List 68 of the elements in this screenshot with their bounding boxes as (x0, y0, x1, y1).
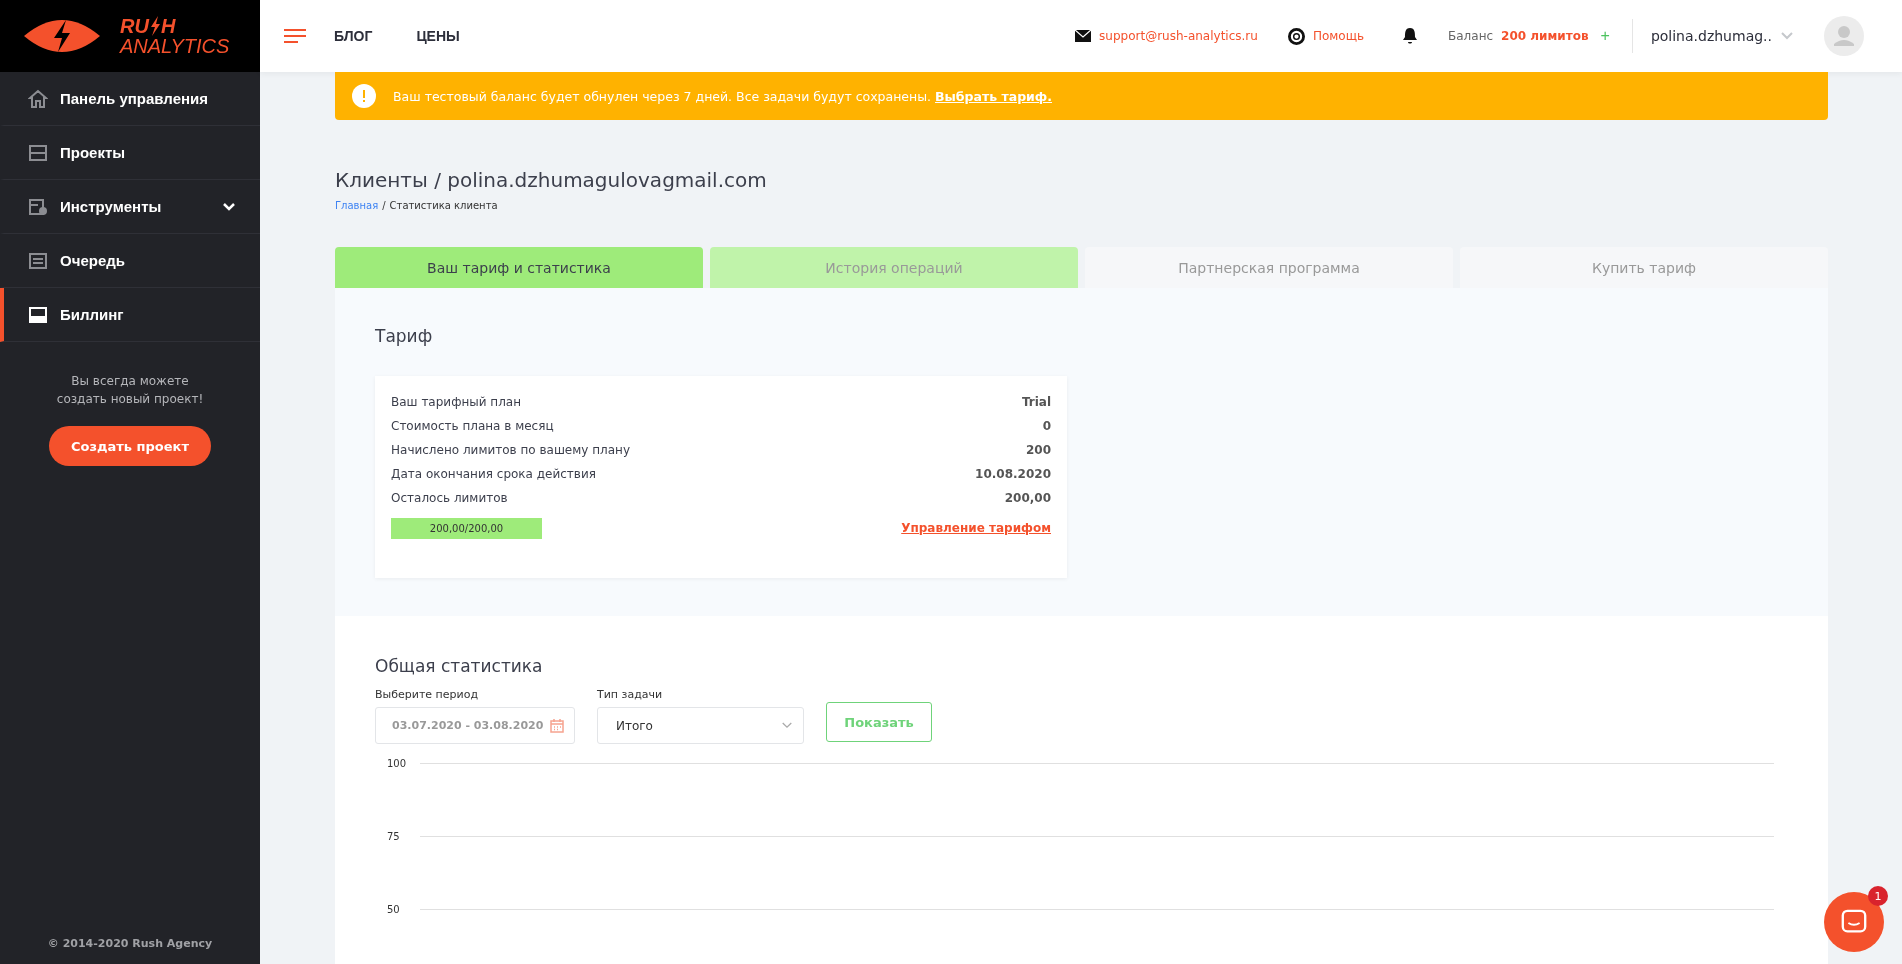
balance-value: 200 лимитов (1501, 29, 1589, 43)
breadcrumb-separator: / (382, 200, 386, 211)
row-value: 10.08.2020 (975, 467, 1051, 481)
lifebuoy-icon (1287, 27, 1305, 45)
row-value: Trial (1021, 395, 1051, 409)
sidebar-item[interactable]: Очередь (0, 234, 260, 288)
chat-icon (1840, 908, 1868, 936)
tab[interactable]: История операций (710, 247, 1078, 288)
balance-label: Баланс (1448, 29, 1494, 43)
chevron-icon[interactable] (222, 201, 236, 212)
show-button[interactable]: Показать (826, 702, 932, 742)
row-value: 200 (1025, 443, 1051, 457)
row-label: Начислено лимитов по вашему плану (391, 443, 631, 457)
nav-link[interactable]: БЛОГ (334, 28, 373, 44)
row-label: Стоимость плана в месяц (391, 419, 554, 433)
user-name[interactable]: polina.dzhumag.. (1650, 28, 1772, 44)
manage-plan-link[interactable]: Управление тарифом (901, 521, 1051, 535)
row-label: Дата окончания срока действия (391, 467, 596, 481)
sidebar-item[interactable]: Проекты (0, 126, 260, 180)
list-icon (28, 250, 48, 271)
field-label: Выберите период (375, 688, 479, 701)
house-icon (28, 88, 48, 109)
breadcrumb-link[interactable]: Главная (335, 200, 379, 211)
mail-icon (1075, 30, 1092, 42)
logo-text: RU (120, 16, 149, 36)
date-range-field[interactable]: 03.07.2020 - 03.08.2020 (375, 707, 575, 744)
tab[interactable]: Ваш тариф и статистика (335, 247, 703, 288)
row-value: 0 (1042, 419, 1051, 433)
sidebar-item[interactable]: Инструменты (0, 180, 260, 234)
promo-text: Вы всегда можете создать новый проект! (55, 373, 205, 408)
menu-icon[interactable] (284, 29, 306, 43)
gear-panel-icon (28, 196, 48, 217)
calendar-icon (550, 718, 564, 733)
logo-subtitle: ANALYTICS (120, 36, 230, 56)
copyright-text: © 2014-2020 Rush Agency (47, 937, 213, 950)
create-project-button[interactable]: Создать проект (49, 426, 211, 466)
y-axis-label: 100 (387, 758, 408, 769)
section-title: Тариф (375, 326, 434, 346)
add-balance-button[interactable]: + (1596, 27, 1614, 45)
exclamation-icon (352, 84, 376, 108)
support-email-link[interactable]: support@rush-analytics.ru (1099, 29, 1258, 43)
tab[interactable]: Купить тариф (1460, 247, 1828, 288)
chat-button[interactable] (1824, 892, 1884, 952)
bell-icon[interactable] (1402, 27, 1419, 45)
lightning-icon (148, 16, 161, 36)
card-icon (28, 304, 48, 325)
row-label: Осталось лимитов (391, 491, 508, 505)
banner-text: Ваш тестовый баланс будет обнулен через 7 дней. Все задачи будут сохранены. Выбрать тариф. (393, 88, 1052, 104)
row-label: Ваш тарифный план (391, 395, 522, 409)
row-value: 200,00 (1004, 491, 1051, 505)
sidebar-item[interactable]: Биллинг (0, 288, 260, 342)
choose-plan-link[interactable]: Выбрать тариф. (935, 88, 1052, 104)
page-title: Клиенты / polina.dzhumagulovagmail.com (335, 168, 768, 192)
field-label: Тип задачи (597, 688, 664, 701)
notification-badge: 1 (1868, 886, 1888, 906)
tab[interactable]: Партнерская программа (1085, 247, 1453, 288)
section-title: Общая статистика (375, 656, 544, 676)
chevron-down-icon (781, 721, 793, 730)
task-type-select[interactable]: Итого (597, 707, 804, 744)
breadcrumb-current: Статистика клиента (389, 200, 498, 211)
progress-reading: 200,00/200,00 (429, 522, 504, 534)
panel-icon (28, 142, 48, 163)
sidebar-item[interactable]: Панель управления (0, 72, 260, 126)
nav-link[interactable]: ЦЕНЫ (416, 28, 460, 44)
help-link[interactable]: Помощь (1312, 29, 1365, 43)
y-axis-label: 75 (387, 831, 401, 842)
logo-text: H (160, 16, 176, 36)
y-axis-label: 50 (387, 904, 401, 915)
